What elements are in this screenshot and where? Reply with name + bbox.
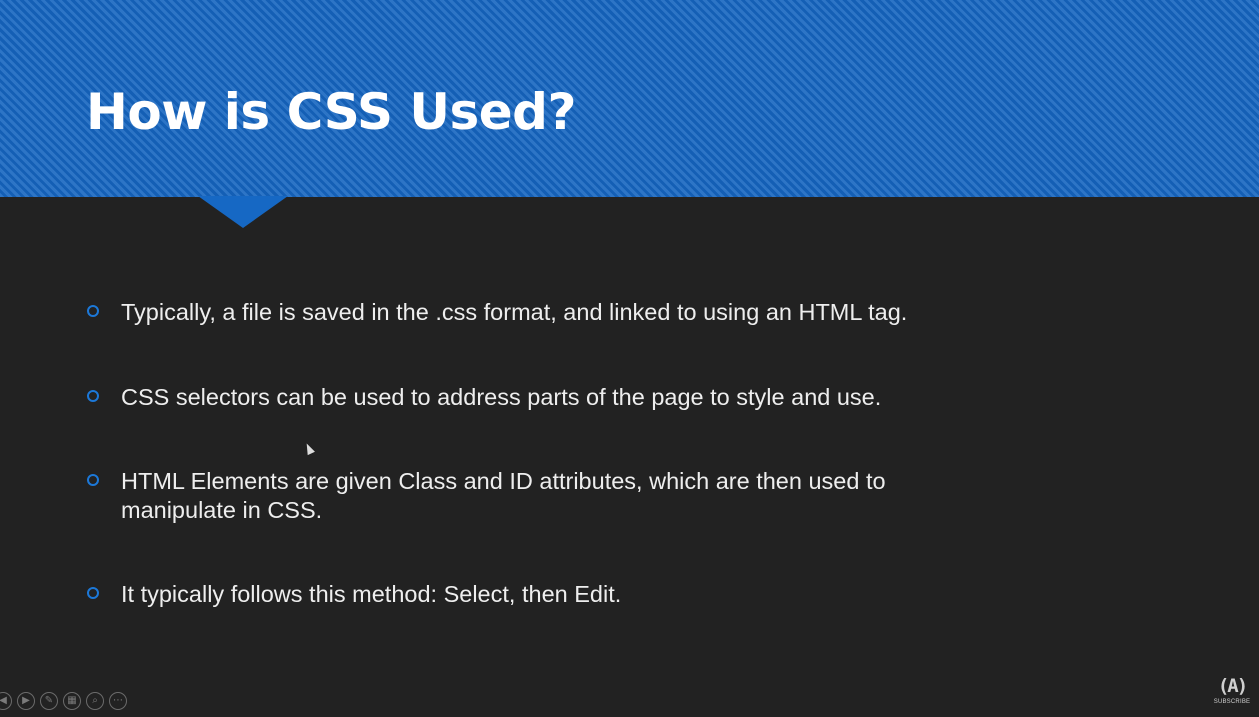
slide-title: How is CSS Used?	[86, 83, 576, 141]
bullet-text: CSS selectors can be used to address par…	[121, 384, 882, 410]
magnifier-icon[interactable]: ⌕	[86, 692, 104, 710]
mouse-cursor-icon	[303, 441, 315, 456]
arrow-right-icon[interactable]: ▶	[17, 692, 35, 710]
arrow-left-icon[interactable]: ◀	[0, 692, 12, 710]
subscribe-label: SUBSCRIBE	[1213, 699, 1251, 705]
slides-grid-icon[interactable]: ▦	[63, 692, 81, 710]
flame-logo-icon: (A)	[1217, 675, 1248, 697]
circle-bullet-icon	[87, 587, 99, 599]
circle-bullet-icon	[87, 474, 99, 486]
pen-icon[interactable]: ✎	[40, 692, 58, 710]
presentation-slide: How is CSS Used? Typically, a file is sa…	[0, 0, 1259, 717]
bullet-text: It typically follows this method: Select…	[121, 581, 622, 607]
circle-bullet-icon	[87, 305, 99, 317]
header-notch-decoration	[198, 196, 288, 228]
circle-bullet-icon	[87, 390, 99, 402]
bullet-text: HTML Elements are given Class and ID att…	[121, 468, 886, 523]
channel-logo[interactable]: (A) SUBSCRIBE	[1212, 674, 1252, 714]
slideshow-toolbar: ◀ ▶ ✎ ▦ ⌕ ⋯	[0, 692, 127, 712]
bullet-text: Typically, a file is saved in the .css f…	[121, 299, 908, 325]
ellipsis-icon[interactable]: ⋯	[109, 692, 127, 710]
